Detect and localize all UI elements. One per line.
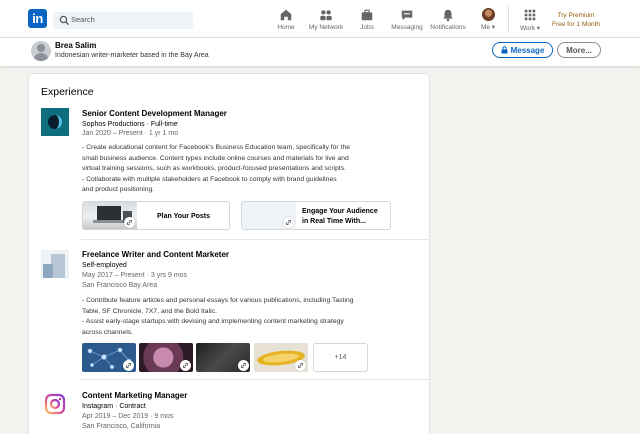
network-icon <box>320 10 332 21</box>
job-title[interactable]: Senior Content Development Manager <box>82 109 227 118</box>
more-button-label: More... <box>566 45 592 55</box>
job-dates: Jan 2020 – Present · 1 yr 1 mo <box>82 130 179 137</box>
home-icon <box>280 9 292 21</box>
link-badge <box>238 360 249 371</box>
media-card-engage-audience[interactable]: Engage Your Audience in Real Time With..… <box>241 201 391 230</box>
top-nav: in Search Home My Network Jobs Messaging… <box>0 0 640 38</box>
description-line: - Collaborate with multiple stakeholders… <box>82 175 337 183</box>
media-title-line: Engage Your Audience <box>302 208 378 215</box>
more-button[interactable]: More... <box>557 42 601 58</box>
job-title[interactable]: Content Marketing Manager <box>82 391 187 400</box>
link-icon <box>182 362 189 369</box>
link-icon <box>240 362 247 369</box>
try-premium-link[interactable]: Try Premium Free for 1 Month <box>548 11 604 29</box>
avatar <box>481 8 495 21</box>
messaging-icon <box>401 10 413 21</box>
company-name: Self-employed <box>82 262 127 269</box>
description-line: small business audience. Content types i… <box>82 154 349 162</box>
profile-headline: Indonesian writer-marketer based in the … <box>55 52 209 59</box>
media-title: Plan Your Posts <box>157 213 211 220</box>
experience-section: Experience Senior Content Development Ma… <box>28 73 430 434</box>
company-logo[interactable] <box>41 108 69 136</box>
media-card-plan-your-posts[interactable]: Plan Your Posts <box>82 201 230 230</box>
description-line: - Assist early-stage startups with devis… <box>82 318 344 325</box>
profile-sticky-bar: Brea Salim Indonesian writer-marketer ba… <box>0 38 640 66</box>
job-dates: May 2017 – Present · 3 yrs 9 mos <box>82 272 188 279</box>
link-icon <box>297 362 304 369</box>
placeholder-company-icon <box>41 250 69 278</box>
search-placeholder: Search <box>71 15 95 24</box>
search-icon <box>59 15 70 26</box>
linkedin-logo[interactable]: in <box>28 9 47 28</box>
description-line: - Contribute feature articles and person… <box>82 297 354 304</box>
premium-line-1: Try Premium <box>557 12 595 19</box>
link-badge <box>283 217 294 228</box>
message-button-label: Message <box>510 45 545 55</box>
description-line: across channels. <box>82 328 134 336</box>
lock-icon <box>501 46 508 54</box>
more-media-count: +14 <box>334 354 347 361</box>
experience-entry: Freelance Writer and Content Marketer Se… <box>29 240 429 380</box>
job-description: - Contribute feature articles and person… <box>82 296 422 338</box>
company-logo[interactable] <box>41 390 69 418</box>
link-badge <box>124 217 135 228</box>
media-title-line: in Real Time With... <box>302 217 366 225</box>
description-line: Table, SF Chronicle, 7X7, and the Bold I… <box>82 307 217 315</box>
link-badge <box>295 360 306 371</box>
company-name: Instagram · Contract <box>82 403 146 410</box>
description-line: - Create educational content for Faceboo… <box>82 144 351 151</box>
media-title: Engage Your Audience in Real Time With..… <box>302 207 378 226</box>
instagram-icon <box>44 393 66 415</box>
job-dates: Apr 2019 – Dec 2019 · 9 mos <box>82 413 174 420</box>
description-line: and product positioning. <box>82 186 155 193</box>
link-icon <box>125 362 132 369</box>
link-icon <box>285 219 292 226</box>
experience-entry: Senior Content Development Manager Sopho… <box>29 104 429 240</box>
profile-name: Brea Salim <box>55 41 97 50</box>
job-location: San Francisco, California <box>82 423 161 430</box>
premium-line-2: Free for 1 Month <box>551 21 601 28</box>
link-badge <box>180 360 191 371</box>
briefcase-icon <box>361 9 373 21</box>
profile-avatar[interactable] <box>31 41 51 61</box>
company-logo[interactable] <box>41 250 69 278</box>
experience-entry: Content Marketing Manager Instagram · Co… <box>29 380 429 434</box>
bell-icon <box>443 9 453 22</box>
description-line: virtual training sessions, such as workb… <box>82 165 347 172</box>
company-name: Sophos Productions · Full-time <box>82 121 178 128</box>
grid-icon <box>524 9 536 21</box>
job-description: - Create educational content for Faceboo… <box>82 143 382 196</box>
section-title: Experience <box>41 86 94 98</box>
more-media-button[interactable]: +14 <box>313 343 368 372</box>
link-badge <box>123 360 134 371</box>
job-location: San Francisco Bay Area <box>82 282 158 289</box>
job-title[interactable]: Freelance Writer and Content Marketer <box>82 250 229 259</box>
message-button[interactable]: Message <box>492 42 553 58</box>
search-input[interactable]: Search <box>53 12 193 29</box>
link-icon <box>126 219 133 226</box>
sophos-logo-icon <box>48 115 62 129</box>
